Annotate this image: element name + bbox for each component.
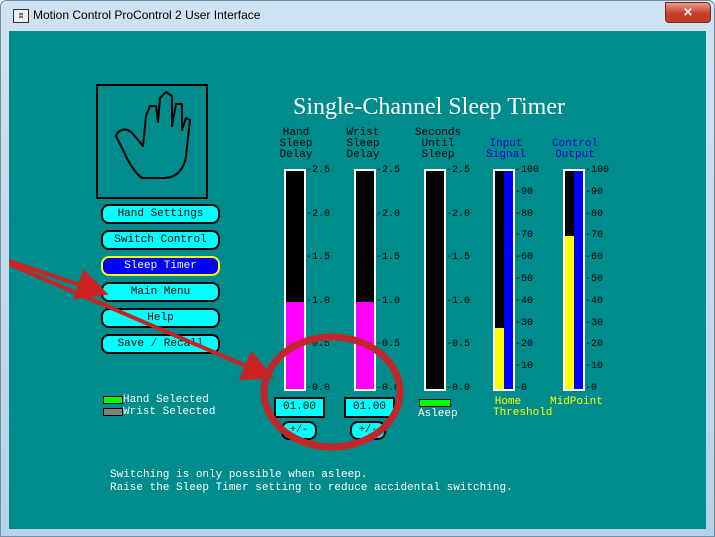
input-tick-label: -60 (515, 252, 534, 264)
hand-image-panel (96, 84, 208, 199)
close-button[interactable]: × (665, 2, 711, 23)
seconds-tick-label: -1.0 (446, 295, 471, 307)
seconds-tick-label: -2.5 (446, 165, 471, 176)
hand-sleep-delay-value: 01.00 (274, 397, 325, 418)
app-icon: ≣ (13, 9, 29, 23)
seconds-tick-label: -2.0 (446, 208, 471, 220)
wrist-delay-tick-label: -0.0 (376, 383, 401, 394)
seconds-tick-label: -1.5 (446, 252, 471, 264)
wrist-delay-tick-label: -1.0 (376, 295, 401, 307)
output-tick-label: -30 (585, 317, 604, 329)
output-tick-label: -20 (585, 339, 604, 351)
wrist-selected-swatch (103, 408, 123, 416)
input-tick-label: -10 (515, 361, 534, 373)
input-tick-label: -20 (515, 339, 534, 351)
control-output-fill (565, 236, 574, 389)
help-button[interactable]: Help (101, 308, 220, 328)
hand-sleep-delay-header: Hand Sleep Delay (279, 127, 313, 161)
wrist-selected-label: Wrist Selected (123, 406, 216, 418)
switch-control-button[interactable]: Switch Control (101, 230, 220, 250)
client-area: Single-Channel Sleep Timer Hand Settings… (9, 31, 706, 529)
main-menu-button[interactable]: Main Menu (101, 282, 220, 302)
output-tick-label: -10 (585, 361, 604, 373)
input-tick-label: -90 (515, 186, 534, 198)
control-output-header: Control Output (551, 138, 599, 161)
wrist-sleep-delay-bar[interactable] (354, 169, 376, 391)
output-tick-label: -0 (585, 383, 598, 394)
wrist-sleep-delay-fill (356, 301, 374, 389)
save-recall-button[interactable]: Save / Recall (101, 334, 220, 354)
wrist-delay-tick-label: -1.5 (376, 252, 401, 264)
window-title: Motion Control ProControl 2 User Interfa… (33, 8, 261, 22)
wrist-delay-tick-label: -0.5 (376, 339, 401, 351)
hand-delay-tick-label: -1.0 (306, 295, 331, 307)
title-bar[interactable]: ≣ Motion Control ProControl 2 User Inter… (1, 1, 714, 31)
input-tick-label: -30 (515, 317, 534, 329)
hand-delay-tick-label: -0.5 (306, 339, 331, 351)
input-signal-bar (493, 169, 515, 391)
sleep-timer-button[interactable]: Sleep Timer (101, 256, 220, 276)
asleep-indicator (419, 399, 451, 407)
input-tick-label: -100 (515, 165, 540, 176)
seconds-tick-label: -0.5 (446, 339, 471, 351)
hand-icon (115, 91, 191, 179)
hand-settings-button[interactable]: Hand Settings (101, 204, 220, 224)
input-signal-header: Input Signal (486, 138, 526, 161)
seconds-until-sleep-bar (424, 169, 446, 391)
input-tick-label: -80 (515, 208, 534, 220)
input-tick-label: -40 (515, 295, 534, 307)
input-tick-label: -0 (515, 383, 528, 394)
output-tick-label: -80 (585, 208, 604, 220)
wrist-sleep-delay-header: Wrist Sleep Delay (346, 127, 380, 161)
output-tick-label: -40 (585, 295, 604, 307)
midpoint-label: MidPoint (550, 396, 603, 408)
output-tick-label: -90 (585, 186, 604, 198)
wrist-delay-tick-label: -2.0 (376, 208, 401, 220)
hand-delay-tick-label: -1.5 (306, 252, 331, 264)
output-tick-label: -70 (585, 230, 604, 242)
control-output-bar (563, 169, 585, 391)
input-tick-label: -70 (515, 230, 534, 242)
window-frame: ≣ Motion Control ProControl 2 User Inter… (0, 0, 715, 537)
hand-sleep-delay-bar[interactable] (284, 169, 306, 391)
hand-delay-tick-label: -2.5 (306, 165, 331, 176)
output-tick-label: -50 (585, 274, 604, 285)
info-message-line2: Raise the Sleep Timer setting to reduce … (110, 482, 513, 494)
info-message-line1: Switching is only possible when asleep. (110, 469, 368, 481)
input-signal-fill (495, 327, 504, 389)
hand-sleep-delay-fill (286, 301, 304, 389)
hand-selected-label: Hand Selected (123, 394, 209, 406)
input-tick-label: -50 (515, 274, 534, 285)
wrist-delay-adjust-button[interactable]: +/- (350, 421, 386, 440)
hand-selected-swatch (103, 396, 123, 404)
page-title: Single-Channel Sleep Timer (293, 94, 565, 120)
seconds-tick-label: -0.0 (446, 383, 471, 394)
annotation-arrow-1 (9, 259, 109, 300)
wrist-delay-tick-label: -2.5 (376, 165, 401, 176)
output-tick-label: -100 (585, 165, 610, 176)
hand-delay-tick-label: -2.0 (306, 208, 331, 220)
asleep-label: Asleep (418, 408, 458, 420)
wrist-sleep-delay-value: 01.00 (344, 397, 395, 418)
home-threshold-label: Home Threshold (493, 396, 553, 419)
output-tick-label: -60 (585, 252, 604, 264)
hand-delay-adjust-button[interactable]: +/- (281, 421, 317, 440)
seconds-until-sleep-header: Seconds Until Sleep (414, 127, 462, 161)
hand-delay-tick-label: -0.0 (306, 383, 331, 394)
